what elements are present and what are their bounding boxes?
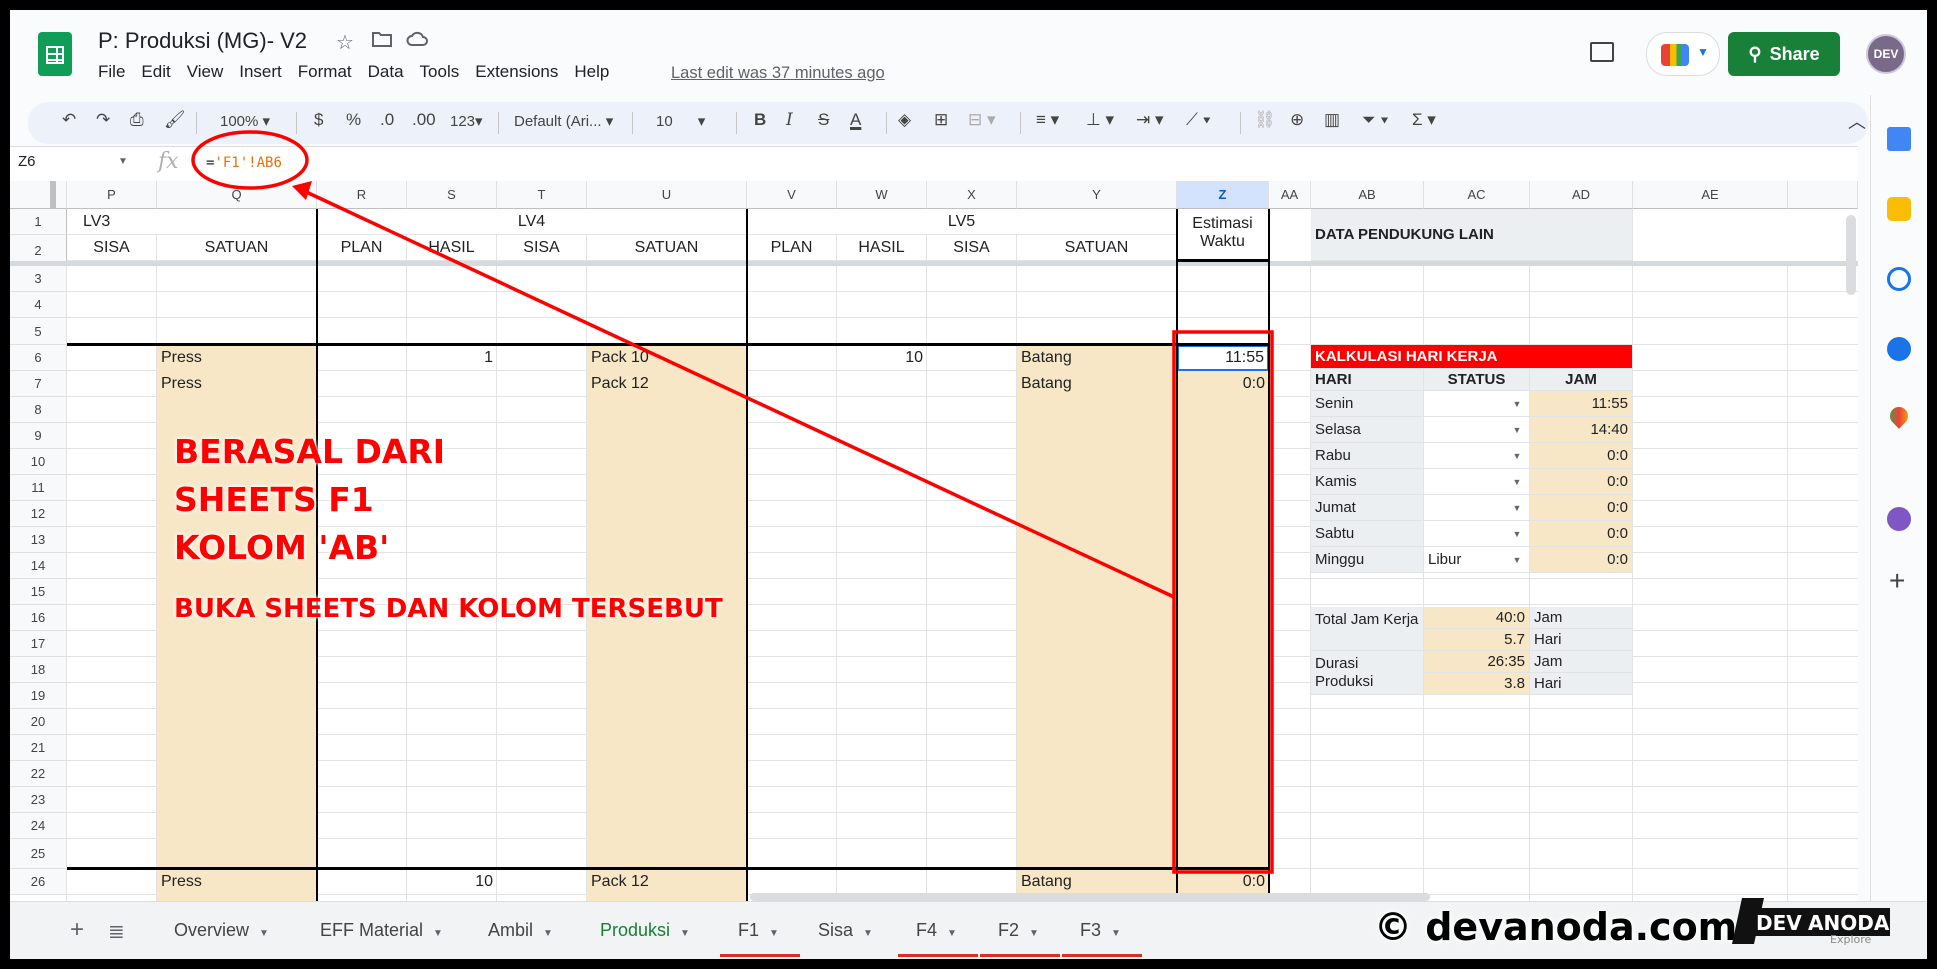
sheet-tab[interactable]: F1 ▼ [738,920,779,941]
all-sheets-icon[interactable]: ≣ [108,919,125,944]
calendar-icon[interactable] [1887,127,1911,151]
chevron-down-icon[interactable]: ▼ [433,928,443,939]
sheet-tab-label: Produksi [600,920,671,940]
sheet-tab-label: F1 [738,920,760,940]
side-panel: + [1870,95,1927,959]
logo-sub: Explore [1830,933,1872,946]
highlight-ellipse [191,130,309,190]
chevron-down-icon[interactable]: ▼ [543,928,553,939]
sheet-tab[interactable]: F4 ▼ [916,920,957,941]
tab-color-stripe [980,954,1060,957]
addon-icon[interactable] [1887,507,1911,531]
sheet-tab[interactable]: Ambil ▼ [488,920,553,941]
sheet-tab-label: Sisa [818,920,854,940]
chevron-down-icon[interactable]: ▼ [259,928,269,939]
chevron-down-icon[interactable]: ▼ [680,928,690,939]
tab-color-stripe [720,954,800,957]
sheet-tab[interactable]: Produksi ▼ [600,920,690,941]
tab-color-stripe [1062,954,1142,957]
sheet-tab-label: EFF Material [320,920,424,940]
add-sheet-icon[interactable]: + [70,916,84,944]
chevron-down-icon[interactable]: ▼ [947,928,957,939]
watermark-text: © devanoda.com [1374,905,1738,949]
annotation-line-4: BUKA SHEETS DAN KOLOM TERSEBUT [174,594,723,624]
app-window: P: Produksi (MG)- V2 ☆ File Edit View In… [10,10,1927,959]
sheet-tab[interactable]: F3 ▼ [1080,920,1121,941]
chevron-down-icon[interactable]: ▼ [1111,928,1121,939]
arrow-head-icon [292,181,312,200]
logo-text-dev: DEV [1756,911,1802,935]
add-addon-icon[interactable]: + [1889,565,1905,597]
sheet-tab-label: Overview [174,920,250,940]
sheet-tab-label: F3 [1080,920,1102,940]
sheet-tab[interactable]: Overview ▼ [174,920,269,941]
devanoda-logo: DEV ANODA Explore [1732,898,1890,946]
sheet-tab[interactable]: F2 ▼ [998,920,1039,941]
chevron-down-icon[interactable]: ▼ [769,928,779,939]
sheet-tab-label: F4 [916,920,938,940]
annotation-line-3: KOLOM 'AB' [174,528,390,567]
highlight-rectangle [1172,330,1274,874]
annotation-arrow-line [301,188,1175,599]
annotation-line-1: BERASAL DARI [174,432,446,471]
sheet-tab-label: F2 [998,920,1020,940]
chevron-down-icon[interactable]: ▼ [863,928,873,939]
chevron-down-icon[interactable]: ▼ [1029,928,1039,939]
sheet-tab-label: Ambil [488,920,534,940]
contacts-icon[interactable] [1887,337,1911,361]
tasks-icon[interactable] [1887,267,1911,291]
annotation-line-2: SHEETS F1 [174,480,374,519]
tab-color-stripe [898,954,978,957]
maps-icon[interactable] [1886,403,1912,429]
logo-text-anoda: ANODA [1808,911,1890,935]
keep-icon[interactable] [1887,197,1911,221]
sheet-tab[interactable]: EFF Material ▼ [320,920,443,941]
sheet-tab[interactable]: Sisa ▼ [818,920,873,941]
